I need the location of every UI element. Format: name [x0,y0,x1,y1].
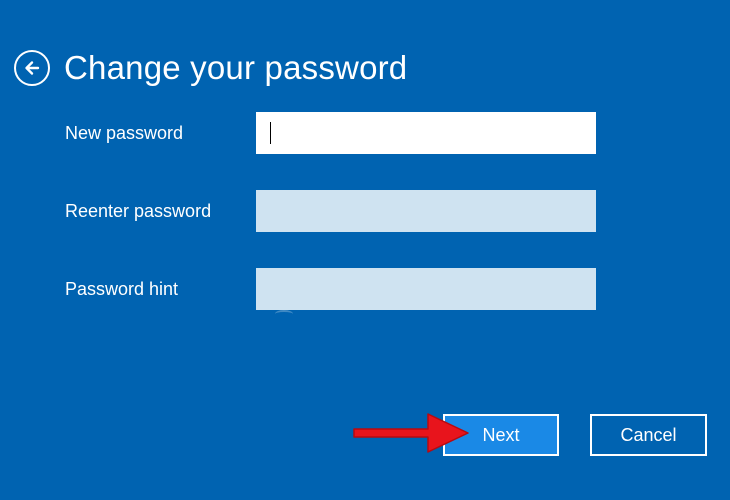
back-button[interactable] [14,50,50,86]
reenter-password-row: Reenter password [65,190,596,232]
reenter-password-label: Reenter password [65,201,212,221]
new-password-row: New password [65,112,596,154]
password-hint-field[interactable] [256,268,596,310]
password-hint-label: Password hint [65,279,179,299]
reenter-password-field[interactable] [256,190,596,232]
change-password-page: Change your password New password Reente… [0,0,730,500]
hint-divider-mark [275,310,293,318]
cancel-button[interactable]: Cancel [590,414,707,456]
page-title: Change your password [64,49,408,86]
new-password-field[interactable] [256,112,596,154]
password-hint-row: Password hint [65,268,596,310]
back-arrow-icon [25,61,40,75]
page-header: Change your password [14,48,407,88]
new-password-label: New password [65,123,184,143]
next-button[interactable]: Next [443,414,559,456]
